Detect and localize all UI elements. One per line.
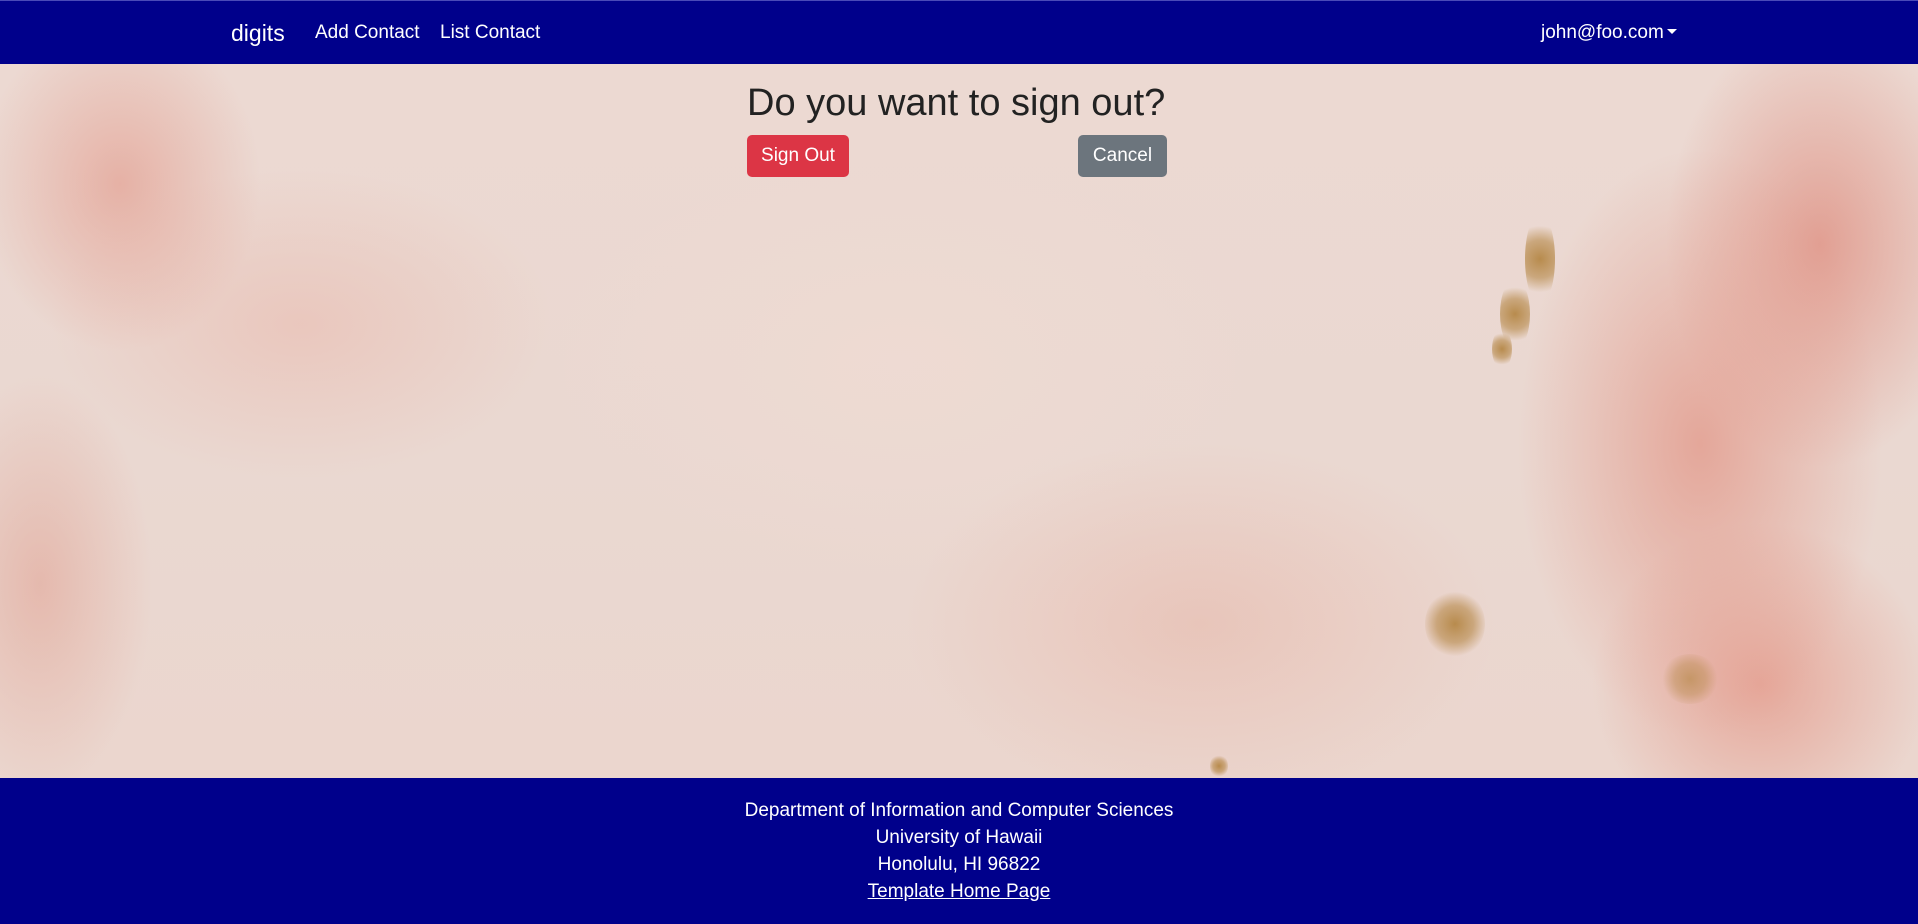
footer-address: Honolulu, HI 96822 xyxy=(877,854,1041,875)
template-home-link[interactable]: Template Home Page xyxy=(868,881,1051,902)
top-navbar: digits Add Contact List Contact john@foo… xyxy=(0,0,1918,64)
gold-fleck-decoration xyxy=(1492,329,1512,369)
user-dropdown[interactable]: john@foo.com xyxy=(1541,22,1677,44)
nav-list-contact[interactable]: List Contact xyxy=(440,22,540,44)
user-email: john@foo.com xyxy=(1541,22,1664,43)
nav-add-contact[interactable]: Add Contact xyxy=(315,22,420,44)
gold-fleck-decoration xyxy=(1660,654,1720,704)
gold-fleck-decoration xyxy=(1525,214,1555,304)
sign-out-button[interactable]: Sign Out xyxy=(747,135,849,177)
watercolor-background xyxy=(0,64,1918,778)
footer-department: Department of Information and Computer S… xyxy=(744,800,1174,821)
gold-fleck-decoration xyxy=(1210,754,1228,778)
cancel-button[interactable]: Cancel xyxy=(1078,135,1167,177)
footer-university: University of Hawaii xyxy=(875,827,1043,848)
brand-link[interactable]: digits xyxy=(231,20,285,46)
chevron-down-icon xyxy=(1666,29,1677,34)
gold-fleck-decoration xyxy=(1425,589,1485,659)
footer: Department of Information and Computer S… xyxy=(0,778,1918,924)
page-title: Do you want to sign out? xyxy=(747,82,1166,124)
